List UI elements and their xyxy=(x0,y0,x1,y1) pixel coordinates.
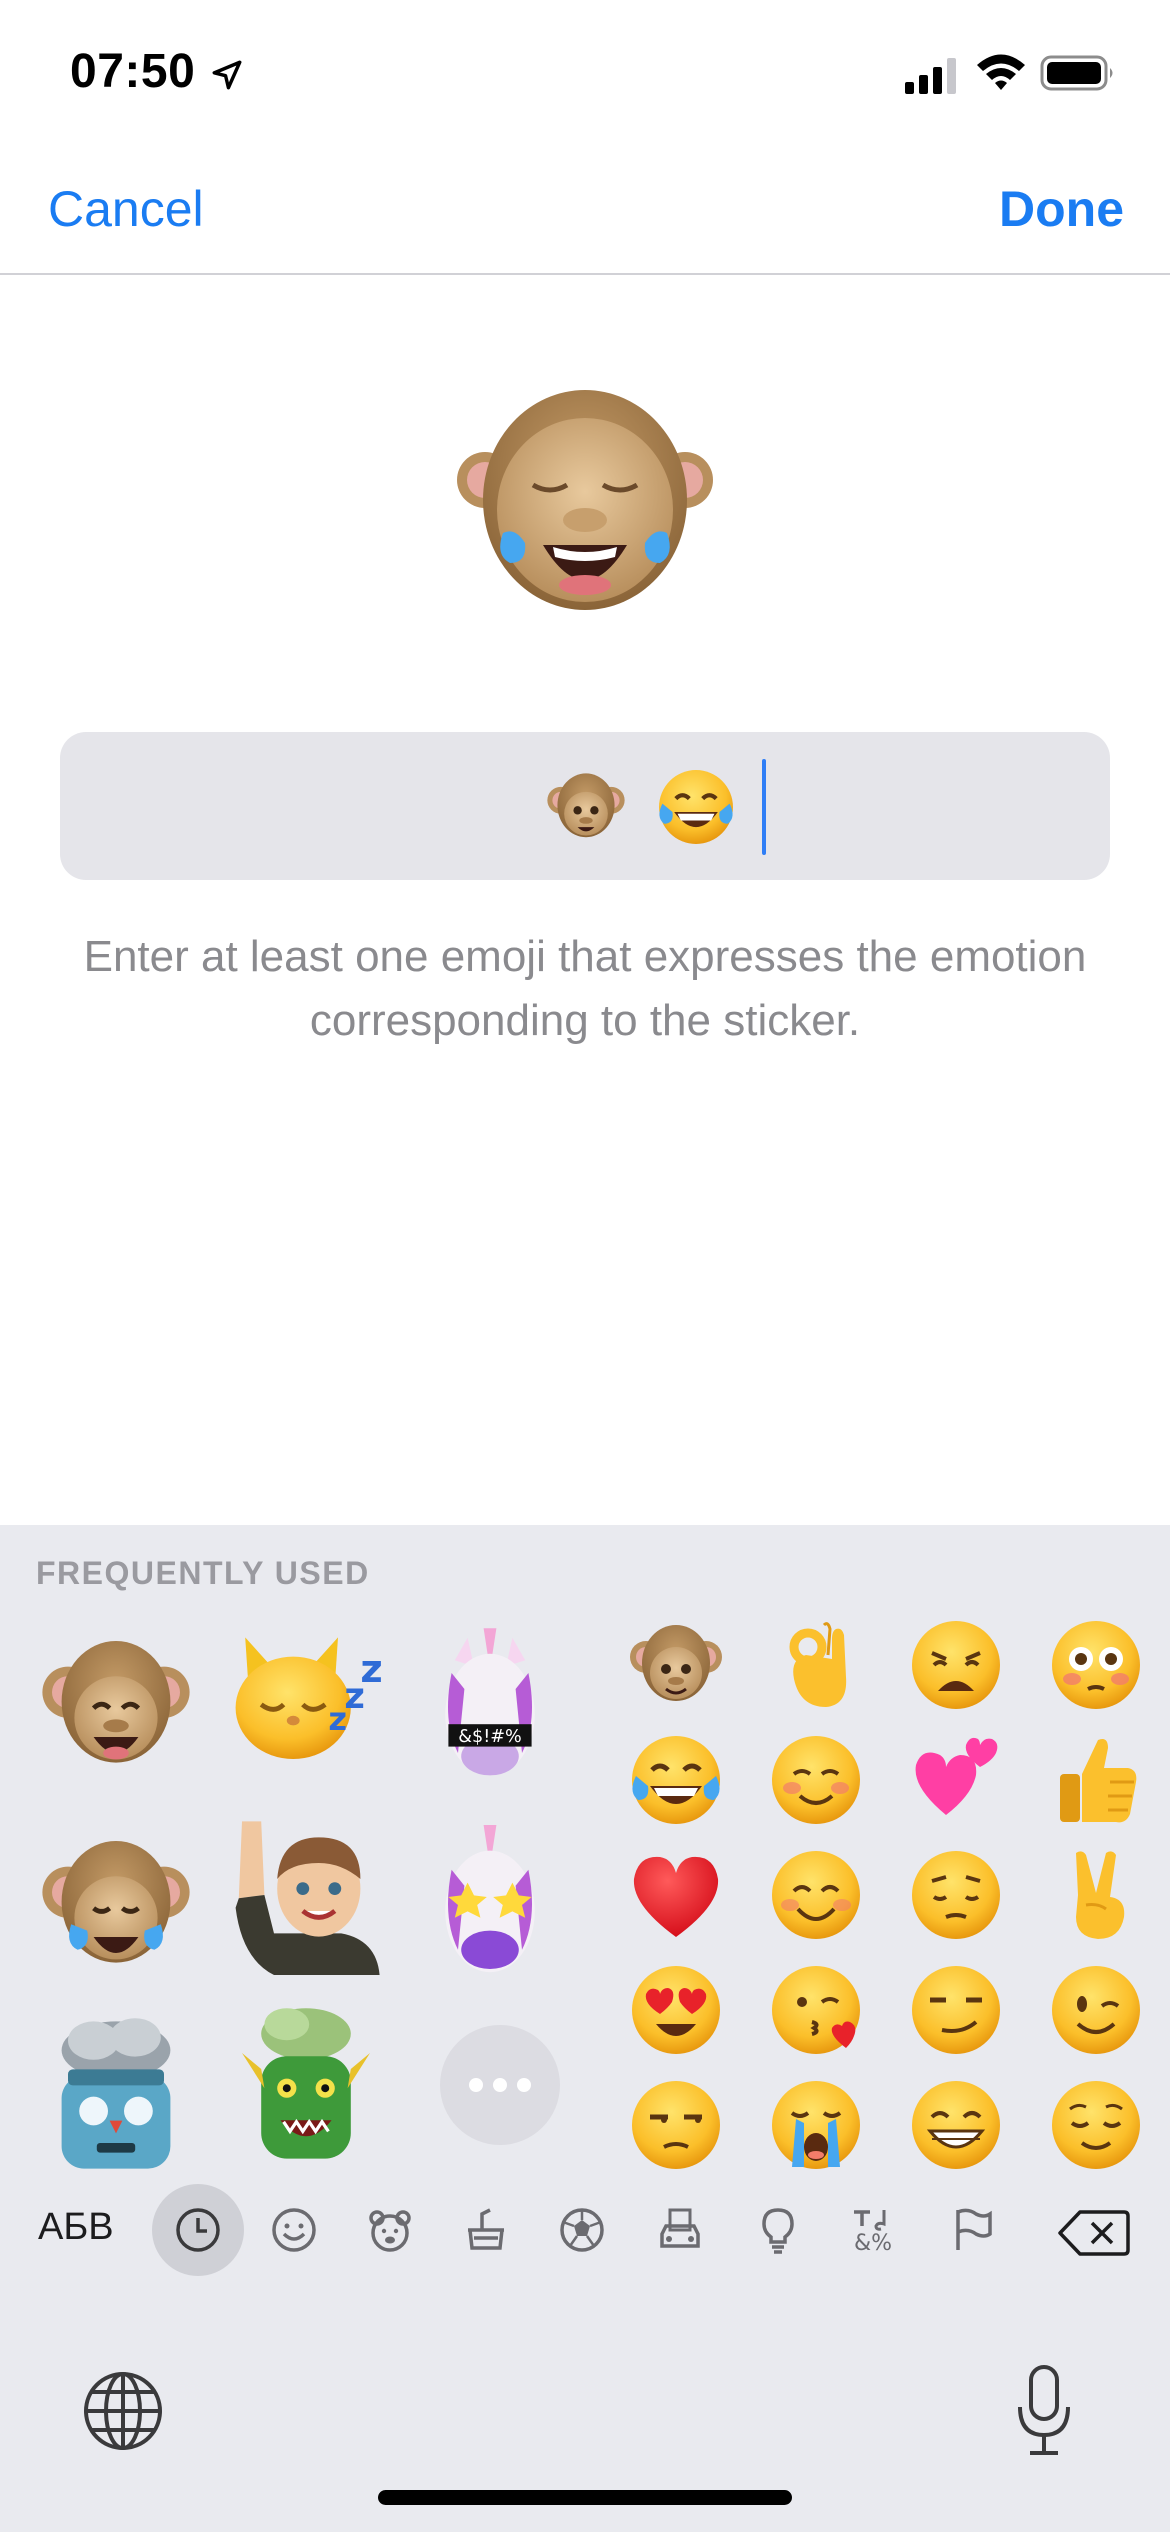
weary-face-icon[interactable] xyxy=(906,1615,1006,1715)
status-bar: 07:50 xyxy=(0,0,1170,150)
unicorn-cursing-memoji-icon[interactable]: &$!#% xyxy=(410,1625,570,1785)
beaming-face-icon[interactable] xyxy=(906,2075,1006,2175)
unicorn-star-eyes-memoji-icon[interactable] xyxy=(410,1825,570,1985)
cancel-button[interactable]: Cancel xyxy=(48,180,204,238)
status-time: 07:50 xyxy=(70,45,196,98)
svg-text:&$!#%: &$!#% xyxy=(458,1727,521,1747)
cellular-signal-icon xyxy=(905,58,956,94)
more-dot xyxy=(469,2078,483,2092)
relieved-face-icon[interactable] xyxy=(1046,2075,1146,2175)
globe-icon[interactable] xyxy=(82,2370,164,2452)
recent-icon[interactable] xyxy=(152,2184,244,2276)
more-stickers-button[interactable] xyxy=(440,2025,560,2145)
battery-icon xyxy=(1040,55,1113,91)
smiling-eyes-icon[interactable] xyxy=(766,1845,866,1945)
loudly-crying-face-icon[interactable] xyxy=(766,2075,866,2175)
emoji-category-bar: АБВ &% xyxy=(0,2180,1170,2280)
flushed-face-icon[interactable] xyxy=(1046,1615,1146,1715)
smirking-face-icon[interactable] xyxy=(906,1960,1006,2060)
monkey-tears-memoji-icon[interactable] xyxy=(36,1825,196,1985)
svg-text:&%: &% xyxy=(854,2231,892,2256)
boy-waving-memoji-icon[interactable] xyxy=(226,1815,386,1975)
monkey-laughing-memoji-icon[interactable] xyxy=(36,1625,196,1785)
activity-icon[interactable] xyxy=(550,2198,614,2262)
flags-icon[interactable] xyxy=(940,2198,1004,2262)
monkey-memoji-icon xyxy=(547,773,625,838)
location-arrow-icon xyxy=(212,60,242,90)
heart-eyes-icon[interactable] xyxy=(626,1960,726,2060)
objects-icon[interactable] xyxy=(746,2198,810,2262)
more-dot xyxy=(493,2078,507,2092)
smileys-icon[interactable] xyxy=(262,2198,326,2262)
travel-icon[interactable] xyxy=(648,2198,712,2262)
monkey-face-icon[interactable] xyxy=(626,1615,726,1715)
cat-sleeping-memoji-icon[interactable]: z z z xyxy=(226,1615,386,1775)
backspace-icon[interactable] xyxy=(1058,2208,1130,2258)
tears-of-joy-icon[interactable] xyxy=(626,1730,726,1830)
navigation-bar: Cancel Done xyxy=(0,150,1170,275)
food-icon[interactable] xyxy=(454,2198,518,2262)
victory-hand-icon[interactable] xyxy=(1046,1845,1146,1945)
winking-face-icon[interactable] xyxy=(1046,1960,1146,2060)
dragon-mind-blown-memoji-icon[interactable] xyxy=(226,2005,386,2165)
svg-text:z: z xyxy=(360,1647,382,1692)
emoji-keyboard: FREQUENTLY USED z z z &$!#% АБВ &% xyxy=(0,1525,1170,2532)
thumbs-up-icon[interactable] xyxy=(1046,1730,1146,1830)
red-heart-icon[interactable] xyxy=(626,1845,726,1945)
symbols-icon[interactable]: &% xyxy=(842,2198,906,2262)
animals-icon[interactable] xyxy=(358,2198,422,2262)
smiling-face-icon[interactable] xyxy=(766,1730,866,1830)
input-hint-text: Enter at least one emoji that expresses … xyxy=(83,932,1087,1045)
section-title: FREQUENTLY USED xyxy=(36,1555,370,1591)
robot-mind-blown-memoji-icon[interactable] xyxy=(36,2015,196,2175)
unamused-face-icon[interactable] xyxy=(626,2075,726,2175)
kissing-face-with-heart-icon[interactable] xyxy=(766,1960,866,2060)
microphone-icon[interactable] xyxy=(1014,2363,1074,2459)
sticker-emoji-editor: 07:50 Cancel Done Enter at least one emo… xyxy=(0,0,1170,2532)
home-indicator xyxy=(378,2490,792,2505)
tears-of-joy-emoji-icon xyxy=(659,770,733,844)
done-button[interactable]: Done xyxy=(999,180,1124,238)
sticker-preview-image xyxy=(457,390,713,610)
more-dot xyxy=(517,2078,531,2092)
abc-keyboard-switch[interactable]: АБВ xyxy=(38,2206,114,2249)
wifi-icon xyxy=(977,54,1025,90)
emoji-input-field[interactable] xyxy=(60,732,1110,880)
ok-hand-icon[interactable] xyxy=(766,1615,866,1715)
pensive-face-icon[interactable] xyxy=(906,1845,1006,1945)
text-caret xyxy=(762,759,766,855)
two-hearts-icon[interactable] xyxy=(906,1725,1006,1825)
entered-emojis xyxy=(538,759,766,855)
